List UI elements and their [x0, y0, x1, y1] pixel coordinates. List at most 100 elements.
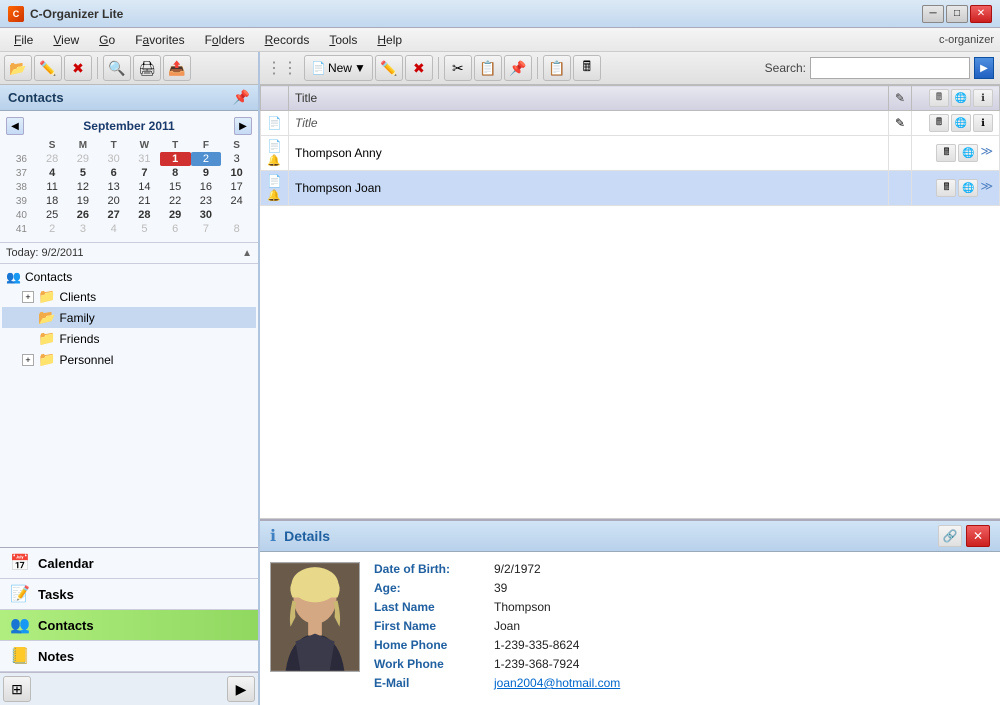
calendar-day[interactable]: 9: [191, 166, 222, 180]
edit-button[interactable]: ✏️: [34, 55, 62, 81]
calc-button[interactable]: 🖩: [573, 55, 601, 81]
col-globe-btn[interactable]: 🌐: [951, 89, 971, 107]
calendar-day[interactable]: 11: [37, 180, 68, 194]
tab-notes[interactable]: 📒 Notes: [0, 641, 258, 672]
calendar-day[interactable]: 8: [221, 222, 252, 236]
prev-month-button[interactable]: ◀: [6, 117, 24, 135]
menu-records[interactable]: Records: [257, 31, 318, 49]
calendar-day[interactable]: 2: [191, 152, 222, 166]
new-dropdown-icon[interactable]: ▼: [354, 61, 366, 75]
menu-help[interactable]: Help: [369, 31, 410, 49]
calendar-day[interactable]: 6: [160, 222, 191, 236]
calendar-day[interactable]: 1: [160, 152, 191, 166]
export-button[interactable]: 📤: [163, 55, 191, 81]
tab-contacts[interactable]: 👥 Contacts: [0, 610, 258, 641]
search-go-button[interactable]: ▶: [974, 57, 994, 79]
menu-go[interactable]: Go: [91, 31, 123, 49]
copy-button[interactable]: 📋: [474, 55, 502, 81]
calendar-day[interactable]: 14: [129, 180, 160, 194]
paste-button[interactable]: 📌: [504, 55, 532, 81]
calendar-day[interactable]: 24: [221, 194, 252, 208]
print-button[interactable]: 🖨: [133, 55, 161, 81]
calendar-day[interactable]: 4: [37, 166, 68, 180]
tree-clients[interactable]: + 📁 Clients: [2, 286, 256, 307]
search-input[interactable]: [810, 57, 970, 79]
tree-family[interactable]: 📂 Family: [2, 307, 256, 328]
calendar-day[interactable]: 23: [191, 194, 222, 208]
row-globe-btn[interactable]: 🌐: [958, 144, 978, 162]
calendar-day[interactable]: 2: [37, 222, 68, 236]
menu-folders[interactable]: Folders: [197, 31, 253, 49]
delete-button[interactable]: ✖: [64, 55, 92, 81]
open-button[interactable]: 📂: [4, 55, 32, 81]
row-expand-arrow[interactable]: ≫: [980, 144, 993, 162]
next-month-button[interactable]: ▶: [234, 117, 252, 135]
personnel-expand[interactable]: +: [22, 354, 34, 366]
calendar-day[interactable]: 25: [37, 208, 68, 222]
menu-file[interactable]: File: [6, 31, 41, 49]
user-label[interactable]: c-organizer: [939, 34, 994, 46]
edit-record-button[interactable]: ✏️: [375, 55, 403, 81]
new-button[interactable]: 📄 New ▼: [304, 55, 373, 81]
mini-forward-button[interactable]: ▶: [227, 676, 255, 702]
details-link-button[interactable]: 🔗: [938, 525, 962, 547]
calendar-day[interactable]: 30: [98, 152, 129, 166]
menu-tools[interactable]: Tools: [321, 31, 365, 49]
calendar-day[interactable]: 8: [160, 166, 191, 180]
detail-email-value[interactable]: joan2004@hotmail.com: [494, 676, 620, 690]
calendar-day[interactable]: 31: [129, 152, 160, 166]
calendar-day[interactable]: 16: [191, 180, 222, 194]
calendar-day[interactable]: 28: [129, 208, 160, 222]
menu-view[interactable]: View: [45, 31, 87, 49]
tree-friends[interactable]: 📁 Friends: [2, 328, 256, 349]
pin-icon[interactable]: 📌: [233, 89, 250, 106]
menu-favorites[interactable]: Favorites: [127, 31, 192, 49]
calendar-day[interactable]: 17: [221, 180, 252, 194]
clients-expand[interactable]: +: [22, 291, 34, 303]
tr-calc[interactable]: 🖩: [929, 114, 949, 132]
row-globe-btn[interactable]: 🌐: [958, 179, 978, 197]
col-info-btn[interactable]: ℹ: [973, 89, 993, 107]
calendar-day[interactable]: 19: [68, 194, 99, 208]
tab-tasks[interactable]: 📝 Tasks: [0, 579, 258, 610]
cut-button[interactable]: ✂: [444, 55, 472, 81]
row-calc-btn[interactable]: 🖩: [936, 144, 956, 162]
calendar-day[interactable]: 7: [129, 166, 160, 180]
row-calc-btn[interactable]: 🖩: [936, 179, 956, 197]
calendar-day[interactable]: 18: [37, 194, 68, 208]
tree-root[interactable]: 👥 Contacts: [2, 268, 256, 286]
collapse-button[interactable]: ▲: [242, 248, 252, 259]
details-close-button[interactable]: ✕: [966, 525, 990, 547]
calendar-day[interactable]: 29: [68, 152, 99, 166]
calendar-day[interactable]: [221, 208, 252, 222]
calendar-day[interactable]: 30: [191, 208, 222, 222]
calendar-day[interactable]: 21: [129, 194, 160, 208]
row-expand-arrow[interactable]: ≫: [980, 179, 993, 197]
calendar-day[interactable]: 3: [68, 222, 99, 236]
calendar-day[interactable]: 5: [68, 166, 99, 180]
calendar-day[interactable]: 22: [160, 194, 191, 208]
tab-calendar[interactable]: 📅 Calendar: [0, 548, 258, 579]
calendar-day[interactable]: 29: [160, 208, 191, 222]
calendar-day[interactable]: 10: [221, 166, 252, 180]
table-row[interactable]: 📄 🔔 Thompson Joan 🖩 🌐 ≫: [261, 171, 1000, 206]
tree-personnel[interactable]: + 📁 Personnel: [2, 349, 256, 370]
delete-record-button[interactable]: ✖: [405, 55, 433, 81]
tr-globe[interactable]: 🌐: [951, 114, 971, 132]
calendar-day[interactable]: 15: [160, 180, 191, 194]
table-row[interactable]: 📄 🔔 Thompson Anny 🖩 🌐 ≫: [261, 136, 1000, 171]
clipboard-button[interactable]: 📋: [543, 55, 571, 81]
tr-info[interactable]: ℹ: [973, 114, 993, 132]
col-calc-btn[interactable]: 🖩: [929, 89, 949, 107]
calendar-day[interactable]: 28: [37, 152, 68, 166]
calendar-day[interactable]: 3: [221, 152, 252, 166]
close-button[interactable]: ✕: [970, 5, 992, 23]
calendar-day[interactable]: 27: [98, 208, 129, 222]
mini-grid-button[interactable]: ⊞: [3, 676, 31, 702]
calendar-day[interactable]: 5: [129, 222, 160, 236]
minimize-button[interactable]: ─: [922, 5, 944, 23]
calendar-day[interactable]: 12: [68, 180, 99, 194]
calendar-day[interactable]: 6: [98, 166, 129, 180]
calendar-day[interactable]: 4: [98, 222, 129, 236]
search-button[interactable]: 🔍: [103, 55, 131, 81]
